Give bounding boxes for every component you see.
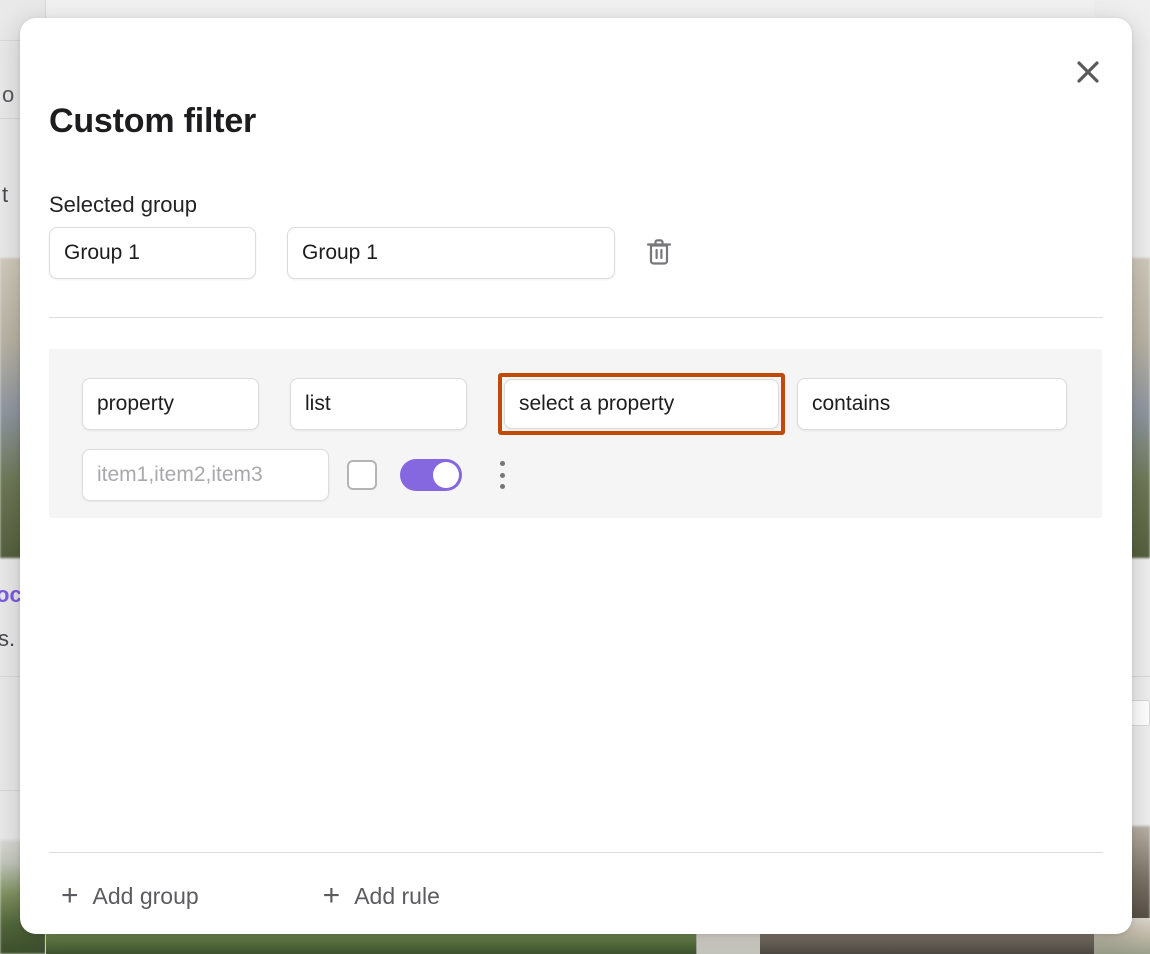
- trash-icon: [646, 238, 672, 269]
- rule-property-value: select a property: [519, 392, 675, 415]
- group-select-value: Group 1: [64, 241, 140, 264]
- add-group-label: Add group: [92, 882, 199, 909]
- section-divider-top: [49, 317, 1103, 318]
- close-button[interactable]: [1066, 50, 1110, 94]
- plus-icon: +: [322, 879, 341, 912]
- rule-panel: property list select a property contains…: [49, 349, 1102, 518]
- delete-group-button[interactable]: [636, 230, 682, 276]
- close-icon: [1075, 59, 1101, 85]
- rule-menu-button[interactable]: [488, 458, 516, 492]
- background-text-fragment: oc: [0, 582, 22, 607]
- plus-icon: +: [61, 879, 79, 912]
- rule-toggle[interactable]: [400, 459, 462, 491]
- add-rule-label: Add rule: [354, 882, 440, 909]
- kebab-menu-icon: [499, 461, 505, 466]
- rule-subtype-value: list: [305, 392, 331, 415]
- group-name-input[interactable]: Group 1: [287, 227, 615, 279]
- rule-operator-value: contains: [812, 392, 891, 415]
- background-text-fragment: o: [2, 82, 15, 107]
- dialog-footer: + Add group + Add rule: [49, 873, 452, 919]
- add-group-button[interactable]: + Add group: [49, 873, 211, 919]
- selected-group-label: Selected group: [49, 192, 197, 217]
- rule-value-placeholder: item1,item2,item3: [97, 463, 263, 486]
- page-title: Custom filter: [49, 102, 257, 140]
- rule-subtype-select[interactable]: list: [290, 378, 467, 430]
- background-text-fragment: t: [2, 182, 9, 207]
- kebab-menu-icon: [499, 484, 505, 489]
- rule-type-value: property: [97, 392, 175, 415]
- section-divider-bottom: [49, 852, 1103, 853]
- kebab-menu-icon: [499, 472, 505, 478]
- rule-toggle-knob: [433, 462, 459, 488]
- group-name-value: Group 1: [302, 241, 378, 264]
- rule-property-highlight: select a property: [498, 373, 785, 435]
- rule-property-select[interactable]: select a property: [504, 379, 779, 429]
- rule-value-input[interactable]: item1,item2,item3: [82, 449, 329, 501]
- selected-group-row: Group 1 Group 1: [49, 227, 682, 279]
- add-rule-button[interactable]: + Add rule: [311, 873, 452, 919]
- rule-row-secondary: item1,item2,item3: [82, 449, 516, 501]
- group-select-field[interactable]: Group 1: [49, 227, 256, 279]
- rule-row-primary: property list select a property contains: [82, 373, 1067, 435]
- page-root: o t oc s.: [0, 0, 1150, 954]
- background-text-fragment: s.: [0, 626, 16, 651]
- rule-type-select[interactable]: property: [82, 378, 259, 430]
- custom-filter-dialog: Custom filter Selected group Group 1 Gro…: [20, 18, 1132, 934]
- rule-checkbox[interactable]: [347, 460, 377, 490]
- rule-operator-select[interactable]: contains: [797, 378, 1067, 430]
